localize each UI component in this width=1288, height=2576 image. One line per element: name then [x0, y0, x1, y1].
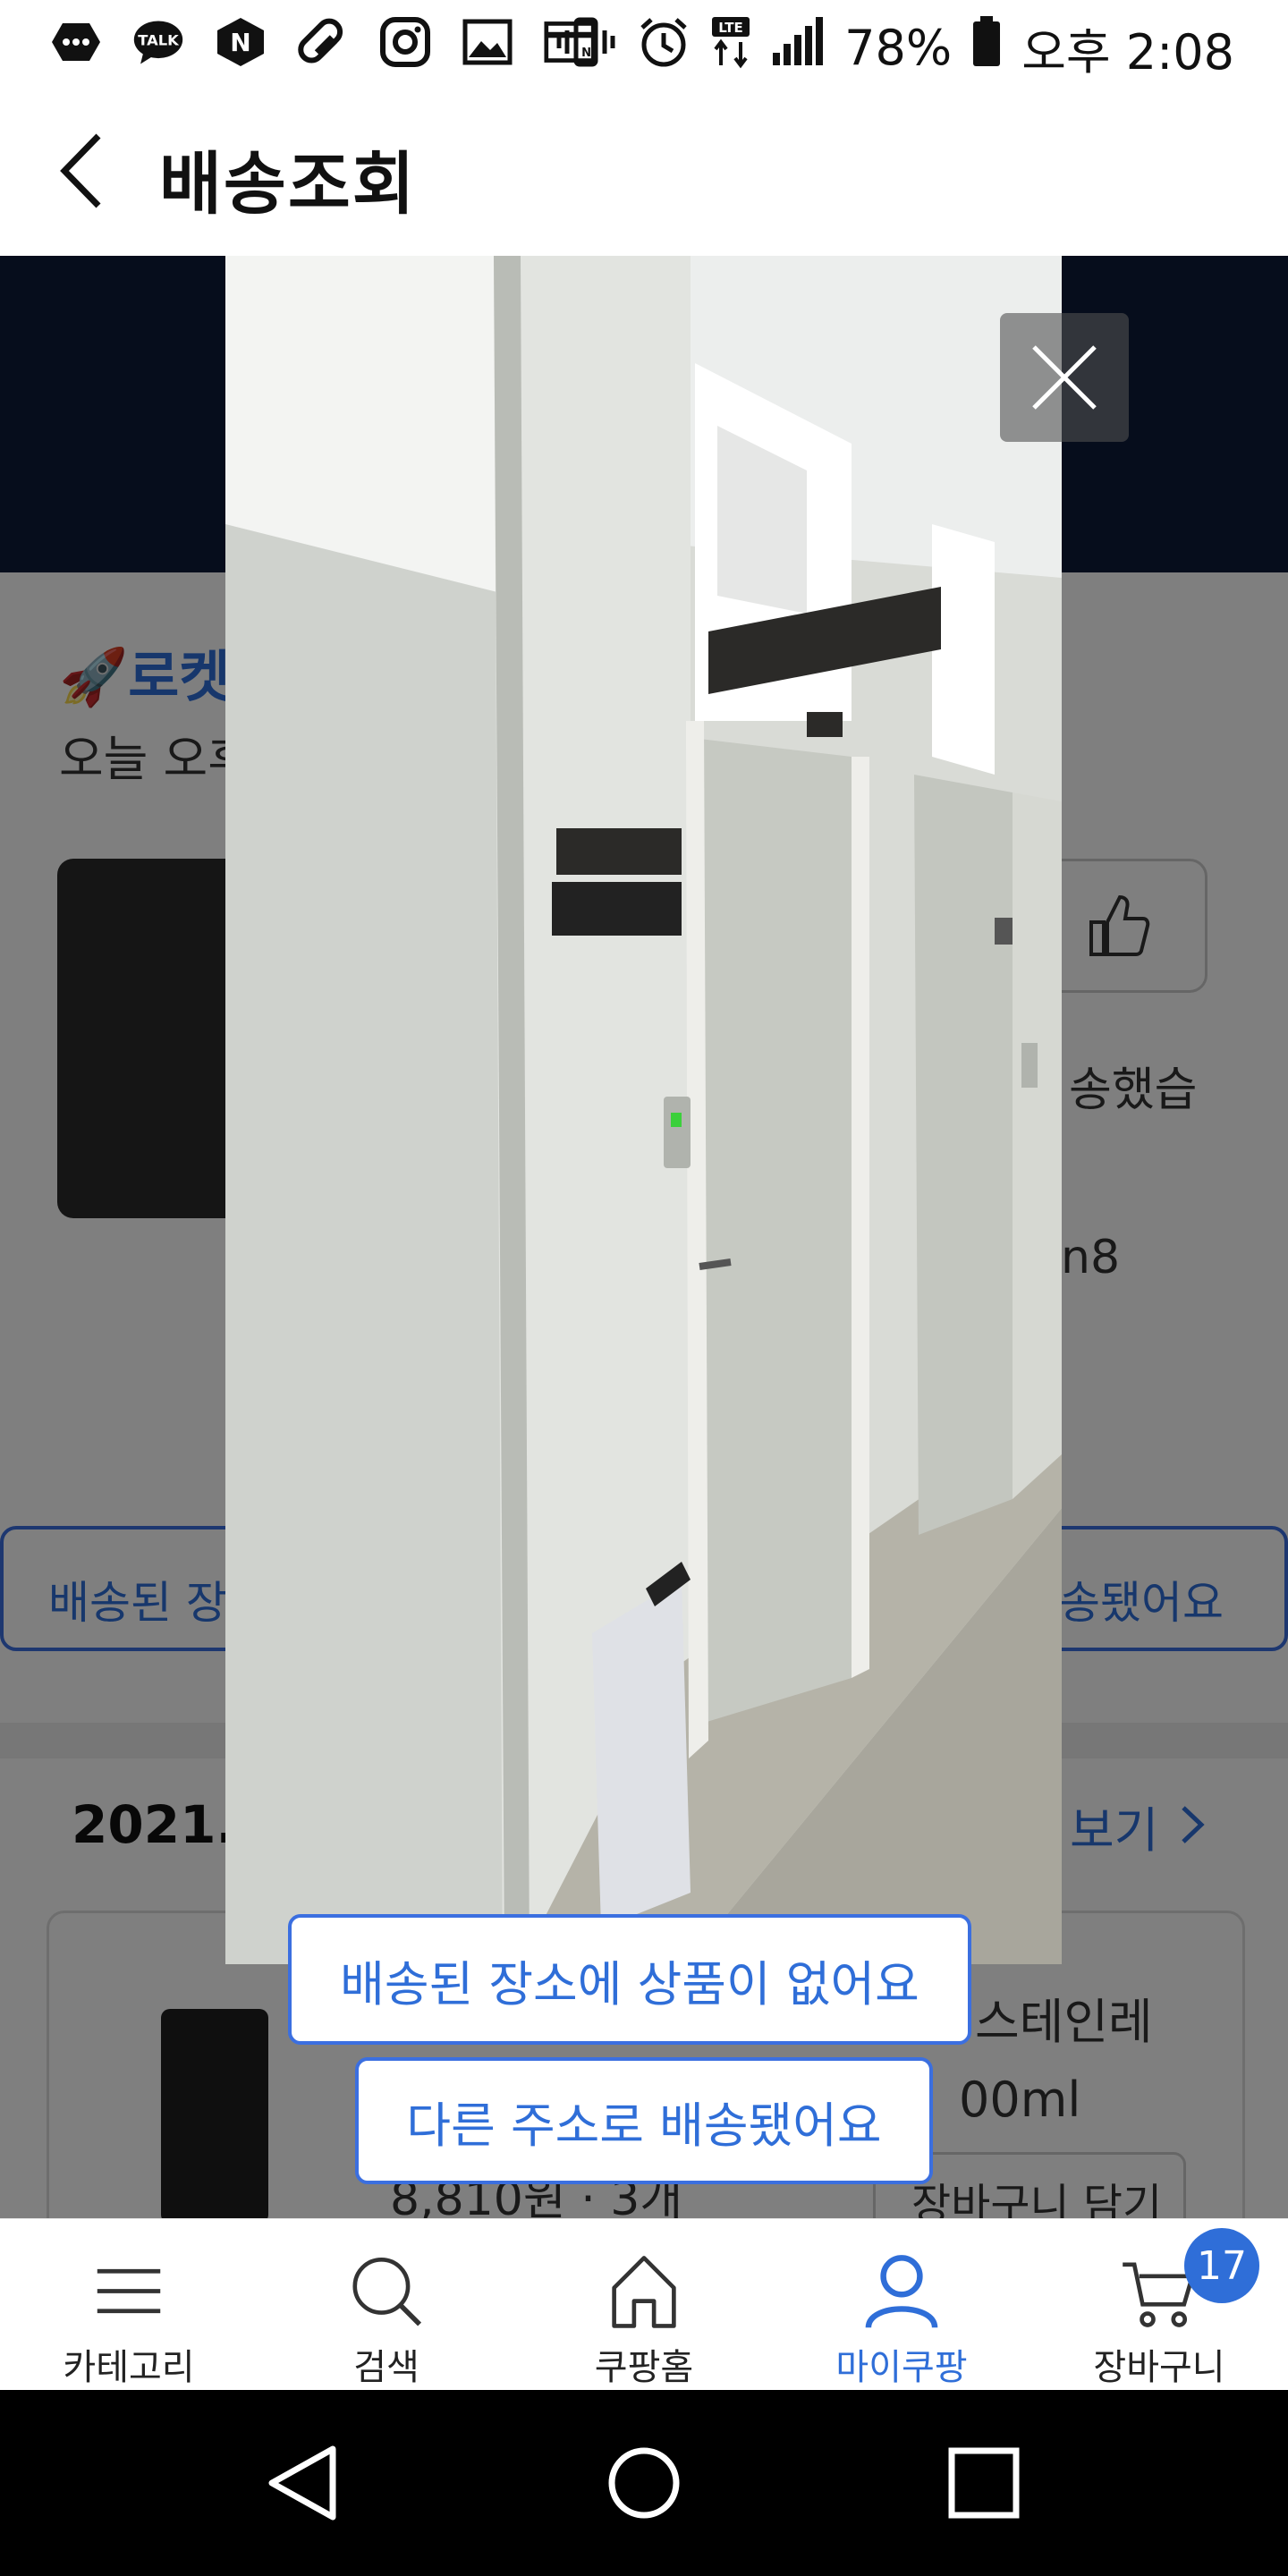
- battery-percent: 78%: [844, 20, 953, 76]
- gallery-icon: [462, 16, 513, 68]
- user-icon: [865, 2255, 938, 2328]
- nav-label: 장바구니: [1093, 2347, 1225, 2388]
- svg-text:N: N: [230, 28, 250, 57]
- signal-icon: [771, 17, 825, 79]
- nav-my-coupang[interactable]: 마이쿠팡: [773, 2219, 1030, 2390]
- page-title: 배송조회: [159, 144, 417, 224]
- clock: 오후 2:08: [1021, 24, 1234, 80]
- item-not-found-button[interactable]: 배송된 장소에 상품이 없어요: [288, 1914, 971, 2045]
- cart-count-badge: 17: [1184, 2228, 1259, 2303]
- home-icon: [612, 2256, 676, 2328]
- battery-icon: [971, 16, 1002, 80]
- app-header: 배송조회: [0, 86, 1288, 256]
- bottom-navigation: 카테고리 검색 쿠팡홈 마이쿠팡 장바구니 17: [0, 2218, 1288, 2390]
- naver-icon: N: [215, 16, 267, 68]
- search-icon: [352, 2257, 422, 2326]
- system-navigation-bar: [0, 2390, 1288, 2576]
- alarm-icon: [637, 15, 691, 80]
- nav-category[interactable]: 카테고리: [0, 2219, 258, 2390]
- notification-icons: TALK N N: [50, 16, 596, 68]
- lte-icon: LTE: [710, 15, 751, 80]
- nav-cart[interactable]: 장바구니 17: [1030, 2219, 1288, 2390]
- nav-label: 카테고리: [63, 2347, 195, 2388]
- nav-home[interactable]: 쿠팡홈: [515, 2219, 773, 2390]
- chevron-left-icon[interactable]: [54, 131, 116, 211]
- nav-search[interactable]: 검색: [258, 2219, 515, 2390]
- pill-icon: [297, 16, 349, 68]
- instagram-icon: [379, 16, 431, 68]
- svg-text:LTE: LTE: [718, 20, 743, 36]
- vibrate-icon: [555, 16, 617, 80]
- recents-square-icon[interactable]: [939, 2438, 1029, 2528]
- delivery-photo: [225, 256, 1062, 1964]
- close-button[interactable]: [1000, 313, 1129, 442]
- talk-icon: TALK: [132, 16, 184, 68]
- nav-label: 검색: [353, 2347, 419, 2388]
- status-bar: TALK N N LTE 78% 오후 2:08: [0, 0, 1288, 86]
- chat-bubble-icon: [50, 16, 102, 68]
- nav-label: 마이쿠팡: [835, 2347, 968, 2388]
- svg-text:TALK: TALK: [138, 32, 180, 49]
- close-icon: [1032, 345, 1097, 410]
- home-circle-icon[interactable]: [599, 2438, 689, 2528]
- back-triangle-icon[interactable]: [259, 2438, 349, 2528]
- nav-label: 쿠팡홈: [594, 2347, 694, 2388]
- system-status: LTE 78% 오후 2:08: [555, 13, 1234, 83]
- menu-icon: [97, 2268, 161, 2314]
- other-address-button[interactable]: 다른 주소로 배송됐어요: [355, 2057, 933, 2184]
